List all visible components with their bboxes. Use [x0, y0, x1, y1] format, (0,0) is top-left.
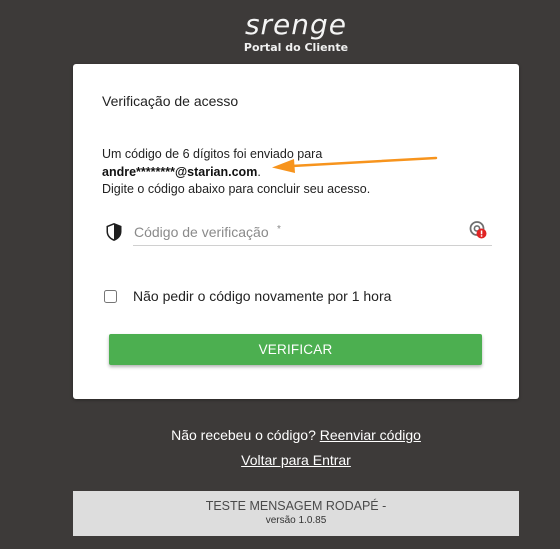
brand-logo: srenge Portal do Cliente	[0, 8, 560, 54]
message-line-3: Digite o código abaixo para concluir seu…	[102, 182, 371, 196]
footer: TESTE MENSAGEM RODAPÉ - versão 1.0.85	[73, 491, 519, 536]
footer-version: versão 1.0.85	[265, 515, 327, 526]
logo-subtitle: Portal do Cliente	[243, 41, 349, 54]
remember-label: Não pedir o código novamente por 1 hora	[133, 288, 392, 304]
resend-code-link[interactable]: Reenviar código	[320, 427, 421, 443]
back-to-login-link[interactable]: Voltar para Entrar	[241, 452, 351, 468]
verification-code-input[interactable]	[133, 221, 492, 246]
footer-message: TESTE MENSAGEM RODAPÉ -	[205, 499, 387, 513]
masked-email: andre********@starian.com	[102, 164, 258, 179]
email-suffix: .	[257, 164, 261, 179]
annotation-arrow-icon	[272, 156, 438, 173]
card-title: Verificação de acesso	[102, 93, 239, 109]
logo-wordmark: srenge	[244, 8, 348, 41]
verification-card: Verificação de acesso Um código de 6 díg…	[73, 64, 519, 399]
resend-row: Não recebeu o código? Reenviar código	[0, 427, 560, 443]
required-marker: *	[277, 224, 281, 235]
remember-checkbox[interactable]	[104, 289, 117, 303]
shield-icon	[106, 223, 122, 241]
password-manager-icon[interactable]	[467, 220, 489, 242]
resend-prompt: Não recebeu o código?	[171, 427, 316, 443]
verify-button[interactable]: VERIFICAR	[109, 334, 482, 365]
remember-option: Não pedir o código novamente por 1 hora	[104, 288, 391, 304]
back-row: Voltar para Entrar	[0, 452, 560, 468]
